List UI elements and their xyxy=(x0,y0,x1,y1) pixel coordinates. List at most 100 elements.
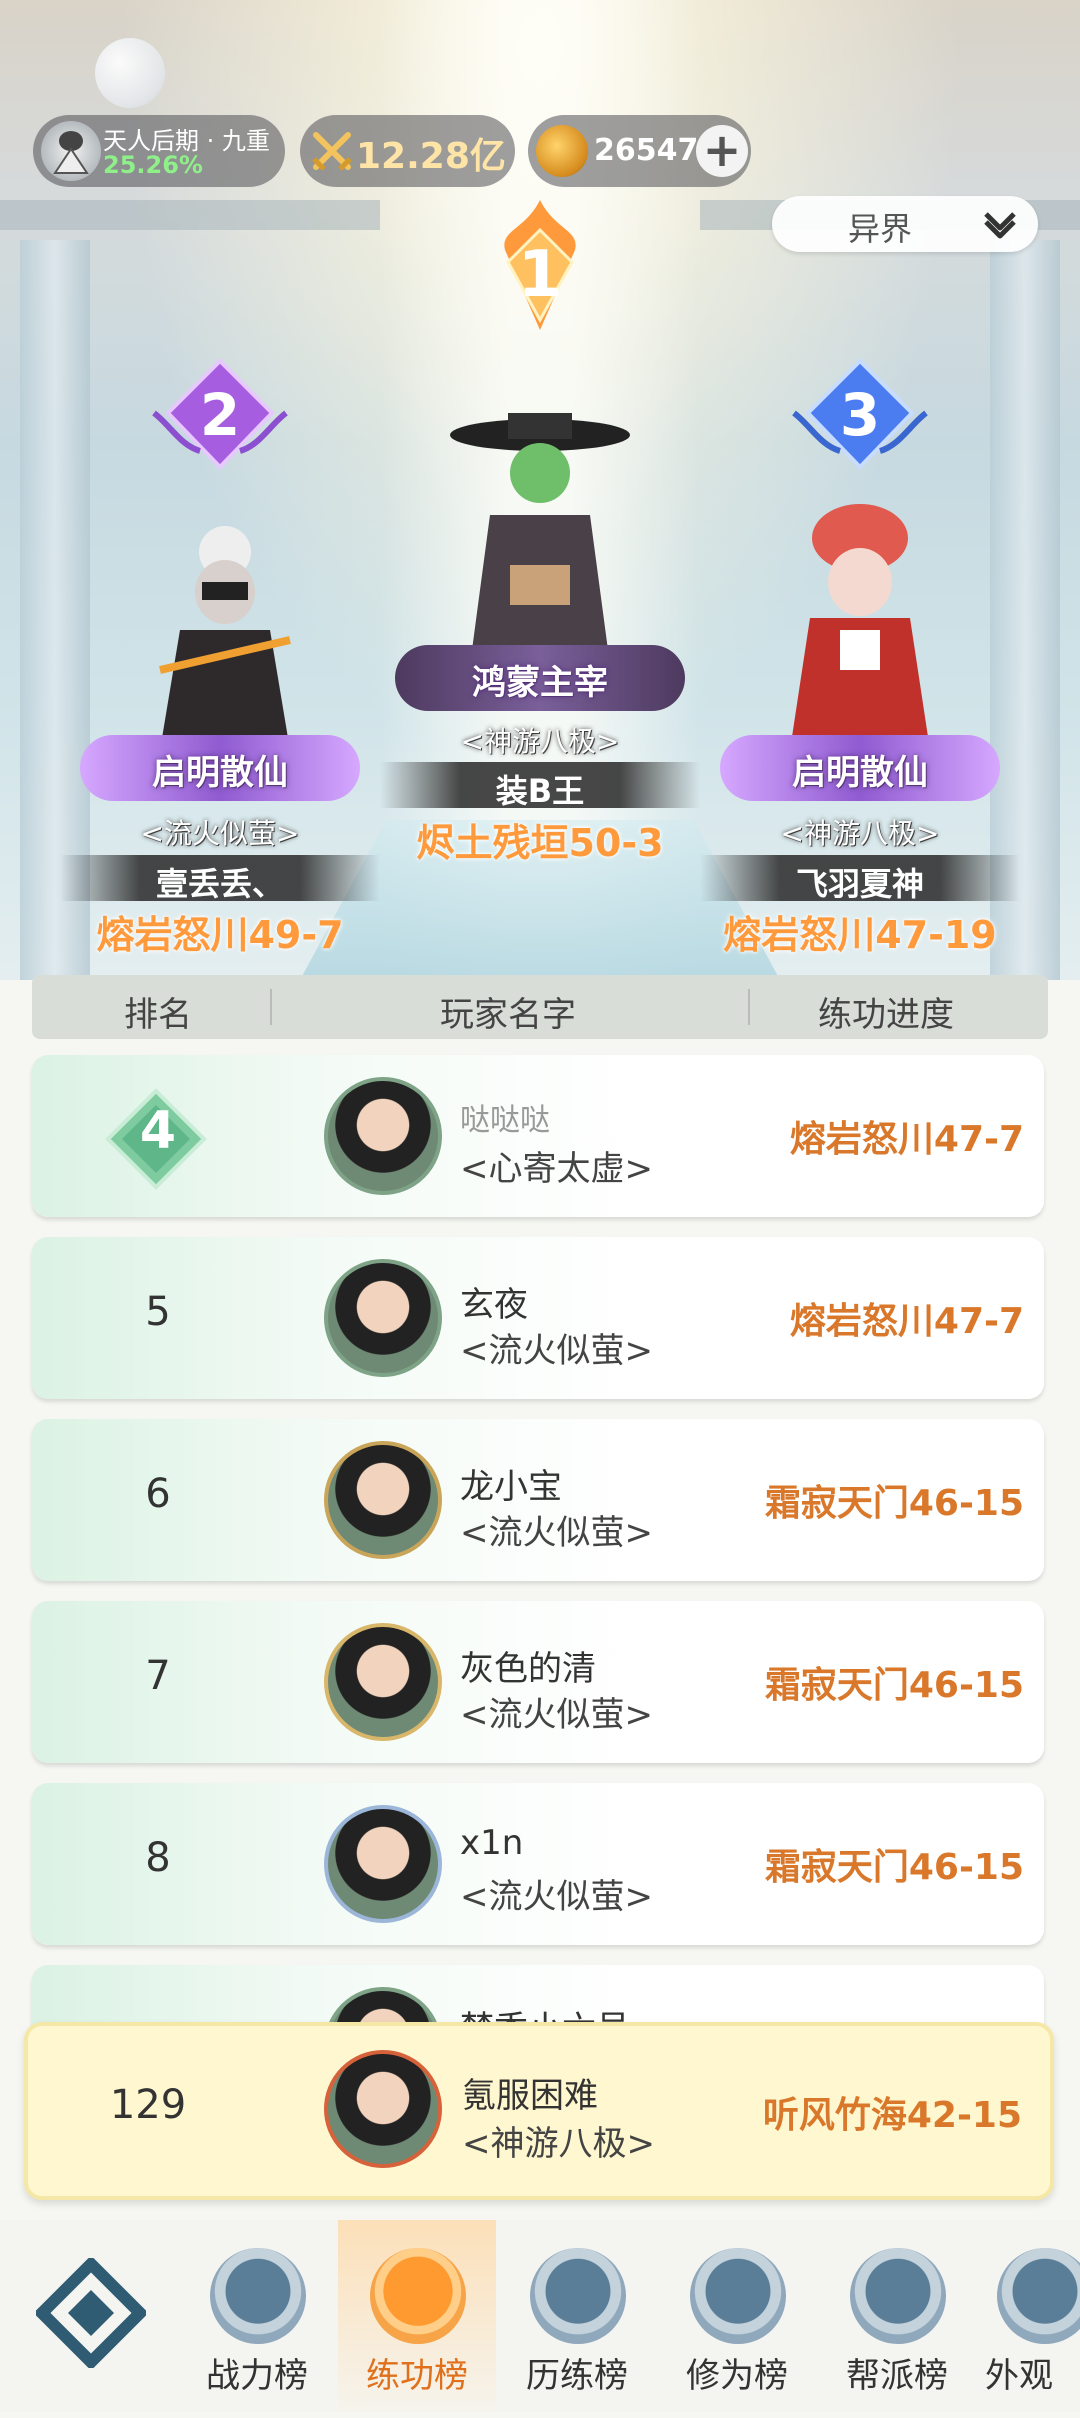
header-divider xyxy=(748,989,750,1025)
bottom-nav: 战力榜 练功榜 历练榜 修为榜 帮派榜 外观 xyxy=(0,2220,1080,2412)
row-player-name: 哒哒哒 xyxy=(460,1103,550,1138)
table-row[interactable]: 8 x1n <流火似萤> 霜寂天门46-15 xyxy=(32,1783,1044,1945)
nav-tab-label: 练功榜 xyxy=(366,2356,468,2396)
currency-pill[interactable]: 26547 + xyxy=(528,115,751,187)
nav-tab-experience[interactable]: 历练榜 xyxy=(502,2248,652,2418)
rank-1-character[interactable] xyxy=(450,395,630,675)
row-rank: 7 xyxy=(145,1653,171,1699)
nav-tab-label: 历练榜 xyxy=(526,2356,628,2396)
nav-tab-training[interactable]: 练功榜 xyxy=(342,2248,492,2418)
combat-power-value: 12.28亿 xyxy=(356,136,506,177)
table-row[interactable]: 4 哒哒哒 <心寄太虚> 熔岩怒川47-7 xyxy=(32,1055,1044,1217)
row-guild: <流火似萤> xyxy=(460,1877,653,1917)
table-row[interactable]: 6 龙小宝 <流火似萤> 霜寂天门46-15 xyxy=(32,1419,1044,1581)
rank-2-badge: 2 xyxy=(150,355,290,475)
my-progress: 听风竹海42-15 xyxy=(762,2095,1022,2136)
row-rank: 6 xyxy=(145,1471,171,1517)
costume-icon xyxy=(997,2248,1080,2344)
row-rank: 8 xyxy=(145,1835,171,1881)
player-avatar xyxy=(324,1623,442,1741)
realm-dropdown[interactable]: 异界 xyxy=(772,196,1038,252)
rank-3-title-banner: 启明散仙 xyxy=(720,735,1000,801)
rank-1-title-banner: 鸿蒙主宰 xyxy=(395,645,685,711)
menu-logo-icon[interactable] xyxy=(36,2258,146,2368)
left-eave xyxy=(0,200,380,230)
rank-2-number: 2 xyxy=(200,381,240,449)
player-avatar xyxy=(324,1259,442,1377)
nav-tab-label: 修为榜 xyxy=(686,2356,788,2396)
moon-orb xyxy=(95,38,165,108)
nav-tab-cultivation[interactable]: 修为榜 xyxy=(662,2248,812,2418)
row-progress: 霜寂天门46-15 xyxy=(764,1665,1024,1706)
nav-tab-label: 帮派榜 xyxy=(846,2356,948,2396)
row-progress: 霜寂天门46-15 xyxy=(764,1847,1024,1888)
rank-2-title: 启明散仙 xyxy=(152,753,288,793)
row-guild: <流火似萤> xyxy=(460,1331,653,1371)
crossed-swords-icon xyxy=(312,132,352,171)
row-guild: <心寄太虚> xyxy=(460,1149,653,1189)
player-avatar xyxy=(324,1805,442,1923)
my-player-name: 氪服困难 xyxy=(462,2076,598,2116)
rank-1-number: 1 xyxy=(518,238,563,312)
rank-1-progress: 烬土残垣50-3 xyxy=(416,821,664,865)
rank-3-name-bar: 飞羽夏神 xyxy=(700,855,1020,903)
rank-3-number: 3 xyxy=(840,381,880,449)
rank-1-guild: <神游八极> xyxy=(460,725,620,758)
player-avatar xyxy=(324,1077,442,1195)
nav-tab-combat-power[interactable]: 战力榜 xyxy=(182,2248,332,2418)
rank-1-title: 鸿蒙主宰 xyxy=(472,663,608,703)
rank-2-player-name[interactable]: 壹丢丢、 xyxy=(60,859,380,905)
row-player-name: 灰色的清 xyxy=(460,1649,596,1689)
straw-hat-icon xyxy=(690,2248,786,2344)
player-avatar xyxy=(324,1441,442,1559)
combat-power-pill[interactable]: 12.28亿 xyxy=(300,115,515,187)
add-currency-button[interactable]: + xyxy=(696,125,748,177)
header-rank: 排名 xyxy=(124,995,192,1035)
row-progress: 熔岩怒川47-7 xyxy=(789,1119,1024,1160)
row-player-name: x1n xyxy=(460,1823,524,1863)
header-player-name: 玩家名字 xyxy=(440,995,576,1035)
my-rank: 129 xyxy=(109,2082,187,2128)
my-avatar xyxy=(324,2050,442,2168)
yin-yang-icon xyxy=(370,2248,466,2344)
rank-1-player-name[interactable]: 装B王 xyxy=(380,766,700,812)
realm-dropdown-value: 异界 xyxy=(847,210,912,248)
my-guild: <神游八极> xyxy=(462,2124,655,2164)
rank-2-progress: 熔岩怒川49-7 xyxy=(96,913,344,957)
table-header: 排名 玩家名字 练功进度 xyxy=(32,975,1048,1039)
my-rank-row[interactable]: 129 氪服困难 <神游八极> 听风竹海42-15 xyxy=(24,2022,1054,2200)
row-progress: 熔岩怒川47-7 xyxy=(789,1301,1024,1342)
rank-2-title-banner: 启明散仙 xyxy=(80,735,360,801)
nav-tab-label: 外观 xyxy=(985,2356,1053,2396)
table-row[interactable]: 5 玄夜 <流火似萤> 熔岩怒川47-7 xyxy=(32,1237,1044,1399)
row-guild: <流火似萤> xyxy=(460,1513,653,1553)
rank-3-player-name[interactable]: 飞羽夏神 xyxy=(700,859,1020,905)
rank-2-character[interactable] xyxy=(140,520,310,750)
row-guild: <流火似萤> xyxy=(460,1695,653,1735)
rank-1-name-bar: 装B王 xyxy=(380,762,700,810)
row-rank: 4 xyxy=(139,1101,177,1161)
header-divider xyxy=(270,989,272,1025)
rank-2-guild: <流火似萤> xyxy=(140,817,300,850)
shuriken-icon xyxy=(530,2248,626,2344)
nav-tab-appearance[interactable]: 外观 xyxy=(975,2248,1080,2418)
cultivation-rank-progress: 25.26% xyxy=(103,151,203,179)
row-player-name: 玄夜 xyxy=(460,1285,528,1325)
jade-coin-icon xyxy=(536,125,588,177)
row-player-name: 龙小宝 xyxy=(460,1467,562,1507)
rank-3-character[interactable] xyxy=(770,490,950,750)
nav-tab-guild[interactable]: 帮派榜 xyxy=(822,2248,972,2418)
cultivation-rank-pill[interactable]: 天人后期 · 九重 25.26% xyxy=(33,115,285,187)
rank-3-title: 启明散仙 xyxy=(792,753,928,793)
row-rank: 5 xyxy=(145,1289,171,1335)
crossed-swords-icon xyxy=(210,2248,306,2344)
table-row[interactable]: 7 灰色的清 <流火似萤> 霜寂天门46-15 xyxy=(32,1601,1044,1763)
row-progress: 霜寂天门46-15 xyxy=(764,1483,1024,1524)
rank-2-name-bar: 壹丢丢、 xyxy=(60,855,380,903)
header-progress: 练功进度 xyxy=(818,995,954,1035)
rank-3-badge: 3 xyxy=(790,355,930,475)
chevron-down-icon xyxy=(984,212,1016,239)
rank-3-guild: <神游八极> xyxy=(780,817,940,850)
player-avatar-icon xyxy=(41,121,101,181)
banner-flag-icon xyxy=(850,2248,946,2344)
